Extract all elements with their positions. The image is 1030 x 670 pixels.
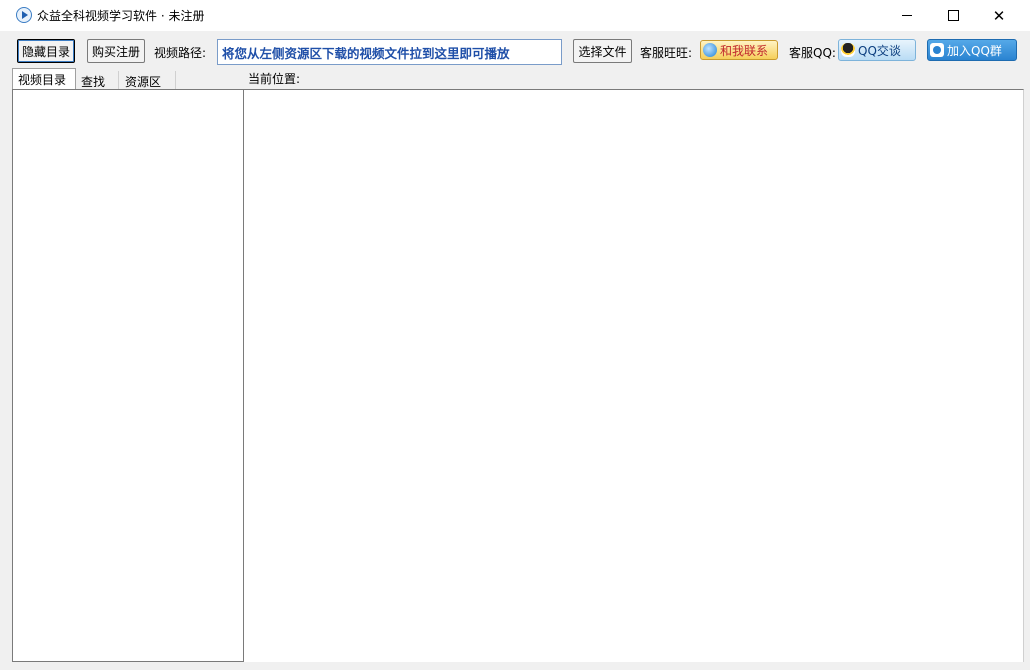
wangwang-contact-button[interactable]: 和我联系 [700,40,778,60]
wangwang-button-label: 和我联系 [720,43,769,58]
qq-group-label: 加入QQ群 [947,43,1002,58]
left-panel-tabs: 视频目录 查找 资源区 [12,68,244,92]
maximize-button[interactable] [930,0,976,31]
hide-toc-button[interactable]: 隐藏目录 [17,39,75,63]
join-qq-group-button[interactable]: 加入QQ群 [927,39,1017,61]
buy-register-button[interactable]: 购买注册 [87,39,145,63]
close-icon: ✕ [992,6,1006,25]
qq-penguin-icon [841,43,855,57]
wangwang-icon [703,43,717,57]
choose-file-button[interactable]: 选择文件 [573,39,632,63]
close-button[interactable]: ✕ [976,0,1022,31]
qq-group-icon [930,43,944,57]
minimize-icon [902,15,912,16]
wangwang-label: 客服旺旺: [640,46,693,60]
maximize-icon [947,10,959,21]
title-bar[interactable]: 众益全科视频学习软件 · 未注册 ✕ [0,0,1030,31]
play-app-icon [16,7,32,23]
current-location-label: 当前位置: [248,72,301,86]
video-player-area[interactable] [244,89,1024,662]
app-window: 众益全科视频学习软件 · 未注册 ✕ 隐藏目录 购买注册 视频路径: 将您从左侧… [0,0,1030,670]
video-path-label: 视频路径: [154,46,207,60]
qq-chat-button[interactable]: QQ交谈 [838,39,916,61]
tab-video-toc[interactable]: 视频目录 [12,68,76,90]
window-title: 众益全科视频学习软件 · 未注册 [37,9,205,23]
qq-chat-label: QQ交谈 [858,43,901,58]
qq-label: 客服QQ: [789,46,836,60]
video-path-input[interactable]: 将您从左侧资源区下载的视频文件拉到这里即可播放 [217,39,562,65]
minimize-button[interactable] [884,0,930,31]
video-toc-list[interactable] [12,89,244,662]
